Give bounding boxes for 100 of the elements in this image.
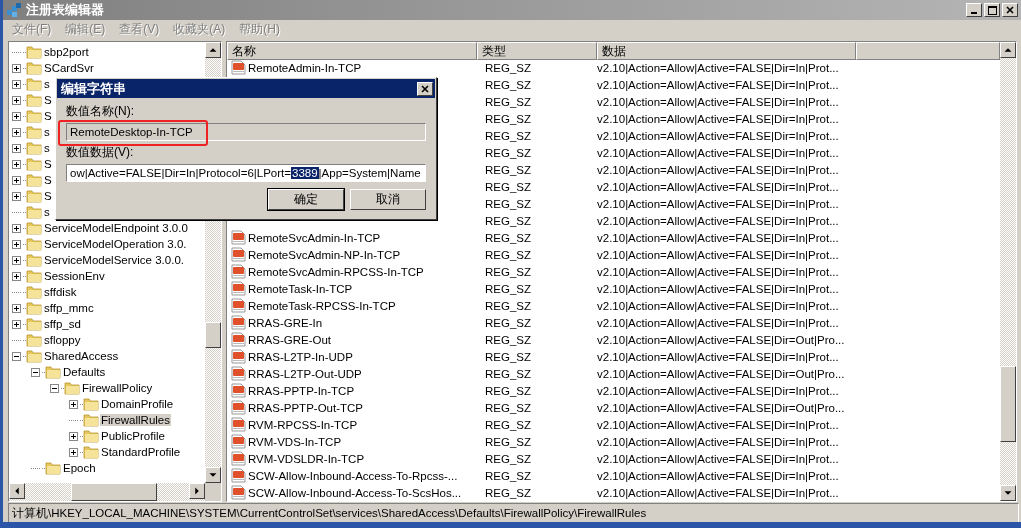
column-header[interactable]: 数据 bbox=[597, 42, 856, 60]
value-name[interactable]: RemoteAdmin-In-TCP bbox=[248, 61, 362, 74]
value-name[interactable]: RemoteSvcAdmin-RPCSS-In-TCP bbox=[248, 265, 424, 278]
value-data: v2.10|Action=Allow|Active=FALSE|Dir=In|Prot... bbox=[597, 61, 840, 74]
value-name[interactable]: RVM-RPCSS-In-TCP bbox=[248, 418, 358, 431]
expand-icon[interactable] bbox=[11, 319, 21, 329]
tree-item[interactable]: s bbox=[43, 78, 51, 90]
value-name[interactable]: SCW-Allow-Inbound-Access-To-ScsHos... bbox=[248, 486, 462, 499]
tree-item[interactable]: ServiceModelService 3.0.0. bbox=[43, 254, 185, 266]
value-name[interactable]: RRAS-L2TP-Out-UDP bbox=[248, 367, 362, 380]
collapse-icon[interactable] bbox=[11, 351, 21, 361]
close-button[interactable] bbox=[1002, 3, 1018, 17]
expand-icon[interactable] bbox=[11, 271, 21, 281]
scroll-thumb[interactable] bbox=[1000, 366, 1016, 442]
collapse-icon[interactable] bbox=[30, 367, 40, 377]
tree-item[interactable]: s bbox=[43, 126, 51, 138]
value-name[interactable]: RRAS-GRE-In bbox=[248, 316, 323, 329]
expand-icon[interactable] bbox=[68, 399, 78, 409]
value-name[interactable]: RemoteTask-RPCSS-In-TCP bbox=[248, 299, 396, 312]
cancel-button[interactable]: 取消 bbox=[350, 189, 426, 210]
tree-item[interactable]: sfloppy bbox=[43, 334, 82, 346]
scroll-right-button[interactable] bbox=[189, 483, 205, 499]
column-header[interactable] bbox=[856, 42, 1000, 60]
value-type: REG_SZ bbox=[484, 129, 532, 142]
tree-item[interactable]: SessionEnv bbox=[43, 270, 106, 282]
expand-icon[interactable] bbox=[68, 431, 78, 441]
tree-item[interactable]: S bbox=[43, 110, 53, 122]
value-name[interactable]: RVM-VDS-In-TCP bbox=[248, 435, 342, 448]
tree-item[interactable]: sbp2port bbox=[43, 46, 90, 58]
column-header[interactable]: 类型 bbox=[477, 42, 597, 60]
column-header[interactable]: 名称 bbox=[227, 42, 477, 60]
value-type: REG_SZ bbox=[484, 486, 532, 499]
tree-item[interactable]: FirewallRules bbox=[100, 414, 172, 426]
field-label: 数值名称(N): bbox=[66, 103, 135, 120]
scroll-thumb[interactable] bbox=[205, 322, 221, 348]
folder-icon bbox=[83, 396, 99, 412]
expand-icon[interactable] bbox=[11, 191, 21, 201]
expand-icon[interactable] bbox=[11, 223, 21, 233]
expand-icon[interactable] bbox=[11, 159, 21, 169]
expand-icon[interactable] bbox=[11, 303, 21, 313]
expand-icon[interactable] bbox=[11, 239, 21, 249]
tree-item[interactable]: StandardProfile bbox=[100, 446, 182, 458]
expand-icon[interactable] bbox=[11, 111, 21, 121]
expand-icon[interactable] bbox=[68, 447, 78, 457]
tree-item[interactable]: SharedAccess bbox=[43, 350, 120, 362]
scrollbar[interactable] bbox=[1000, 42, 1016, 501]
scroll-thumb[interactable] bbox=[71, 483, 157, 501]
value-data: v2.10|Action=Allow|Active=FALSE|Dir=In|Prot... bbox=[597, 435, 840, 448]
tree-item[interactable]: s bbox=[43, 142, 51, 154]
expand-icon[interactable] bbox=[11, 255, 21, 265]
tree-item[interactable]: Epoch bbox=[62, 462, 97, 474]
collapse-icon[interactable] bbox=[49, 383, 59, 393]
value-data: v2.10|Action=Allow|Active=FALSE|Dir=In|Prot... bbox=[597, 452, 840, 465]
tree-item[interactable]: FirewallPolicy bbox=[81, 382, 154, 394]
tree-item[interactable]: s bbox=[43, 206, 51, 218]
folder-icon bbox=[26, 76, 42, 92]
value-name[interactable]: RRAS-PPTP-Out-TCP bbox=[248, 401, 363, 414]
value-name[interactable]: RRAS-L2TP-In-UDP bbox=[248, 350, 353, 363]
scrollbar[interactable] bbox=[9, 483, 205, 501]
value-type: REG_SZ bbox=[484, 384, 532, 397]
tree-item[interactable]: DomainProfile bbox=[100, 398, 175, 410]
expand-icon[interactable] bbox=[11, 175, 21, 185]
value-name[interactable]: RemoteSvcAdmin-NP-In-TCP bbox=[248, 248, 401, 261]
value-name[interactable]: RRAS-GRE-Out bbox=[248, 333, 332, 346]
tree-item[interactable]: S bbox=[43, 158, 53, 170]
expand-icon[interactable] bbox=[11, 127, 21, 137]
string-value-icon bbox=[231, 281, 246, 296]
scroll-down-button[interactable] bbox=[205, 467, 221, 483]
tree-item[interactable]: sffp_sd bbox=[43, 318, 82, 330]
tree-item[interactable]: PublicProfile bbox=[100, 430, 166, 442]
tree-item[interactable]: S bbox=[43, 190, 53, 202]
tree-item[interactable]: Defaults bbox=[62, 366, 107, 378]
maximize-button[interactable] bbox=[984, 3, 1000, 17]
value-name[interactable]: RemoteTask-In-TCP bbox=[248, 282, 353, 295]
expand-icon[interactable] bbox=[11, 63, 21, 73]
value-name[interactable]: SCW-Allow-Inbound-Access-To-Rpcss-... bbox=[248, 469, 458, 482]
tree-item[interactable]: ServiceModelOperation 3.0. bbox=[43, 238, 188, 250]
tree-item[interactable]: SCardSvr bbox=[43, 62, 95, 74]
value-data-field[interactable]: ow|Active=FALSE|Dir=In|Protocol=6|LPort=3389|App=System|Name bbox=[66, 164, 426, 182]
value-data: v2.10|Action=Allow|Active=FALSE|Dir=Out|Pro... bbox=[597, 367, 846, 380]
scroll-down-button[interactable] bbox=[1000, 485, 1016, 501]
scroll-up-button[interactable] bbox=[1000, 42, 1016, 58]
expand-icon[interactable] bbox=[11, 79, 21, 89]
close-button[interactable] bbox=[417, 81, 433, 96]
minimize-button[interactable] bbox=[966, 3, 982, 17]
tree-item[interactable]: sffp_mmc bbox=[43, 302, 95, 314]
tree-item[interactable]: sffdisk bbox=[43, 286, 78, 298]
scroll-up-button[interactable] bbox=[205, 42, 221, 58]
value-name[interactable]: RemoteSvcAdmin-In-TCP bbox=[248, 231, 381, 244]
expand-icon[interactable] bbox=[11, 95, 21, 105]
value-name[interactable]: RVM-VDSLDR-In-TCP bbox=[248, 452, 365, 465]
value-name-field[interactable]: RemoteDesktop-In-TCP bbox=[66, 123, 426, 141]
expand-icon[interactable] bbox=[11, 143, 21, 153]
ok-button[interactable]: 确定 bbox=[268, 189, 344, 210]
window-title: 注册表编辑器 bbox=[26, 1, 105, 19]
tree-item[interactable]: S bbox=[43, 174, 53, 186]
value-name[interactable]: RRAS-PPTP-In-TCP bbox=[248, 384, 355, 397]
scroll-left-button[interactable] bbox=[9, 483, 25, 499]
tree-item[interactable]: S bbox=[43, 94, 53, 106]
tree-item[interactable]: ServiceModelEndpoint 3.0.0 bbox=[43, 222, 189, 234]
